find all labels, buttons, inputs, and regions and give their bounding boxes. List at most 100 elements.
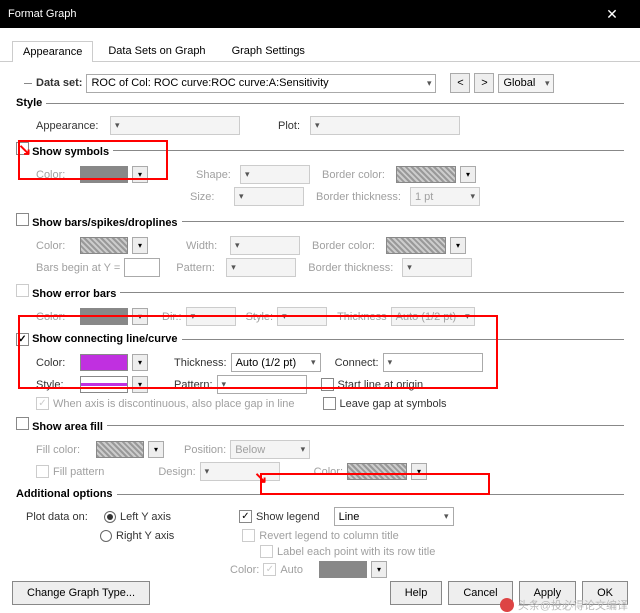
bars-bcolor-swatch[interactable] — [386, 237, 446, 254]
symbols-size-label: Size: — [190, 191, 230, 203]
chevron-down-icon[interactable]: ▾ — [371, 561, 387, 578]
close-icon[interactable]: ✕ — [592, 0, 632, 28]
symbols-shape-label: Shape: — [196, 169, 236, 181]
bars-begin-label: Bars begin at Y = — [36, 262, 120, 274]
left-y-radio[interactable] — [104, 511, 116, 523]
symbols-bcolor-swatch[interactable] — [396, 166, 456, 183]
area-fillcolor-swatch[interactable] — [96, 441, 144, 458]
area-fillcolor-label: Fill color: — [36, 444, 92, 456]
bars-group: Show bars/spikes/droplines Color: ▾ Widt… — [16, 213, 624, 280]
line-color-swatch[interactable] — [80, 354, 128, 371]
tab-graph-settings[interactable]: Graph Settings — [221, 40, 316, 61]
chevron-down-icon[interactable]: ▾ — [460, 166, 476, 183]
tab-appearance[interactable]: Appearance — [12, 41, 93, 62]
next-dataset-button[interactable]: > — [474, 73, 494, 93]
area-position-select[interactable]: Below — [230, 440, 310, 459]
area-legend: Show area fill — [32, 421, 103, 433]
chevron-down-icon[interactable]: ▾ — [132, 166, 148, 183]
show-legend-checkbox[interactable]: ✓ — [239, 510, 252, 523]
help-button[interactable]: Help — [390, 581, 443, 605]
discont-label: When axis is discontinuous, also place g… — [53, 398, 295, 410]
fill-pattern-checkbox[interactable] — [36, 465, 49, 478]
right-y-radio[interactable] — [100, 530, 112, 542]
area-design-label: Design: — [158, 466, 195, 478]
chevron-down-icon[interactable]: ▾ — [132, 308, 148, 325]
left-y-label: Left Y axis — [120, 511, 171, 523]
symbols-shape-select[interactable] — [240, 165, 310, 184]
auto-label: Auto — [280, 564, 303, 576]
bars-pattern-select[interactable] — [226, 258, 296, 277]
error-style-label: Style: — [246, 311, 274, 323]
chevron-down-icon[interactable]: ▾ — [411, 463, 427, 480]
plot-on-label: Plot data on: — [26, 511, 100, 523]
area-color-swatch[interactable] — [347, 463, 407, 480]
chevron-down-icon[interactable]: ▾ — [132, 354, 148, 371]
change-type-button[interactable]: Change Graph Type... — [12, 581, 150, 605]
line-pattern-select[interactable] — [217, 375, 307, 394]
line-connect-label: Connect: — [335, 357, 379, 369]
symbols-legend: Show symbols — [32, 146, 109, 158]
style-legend: Style — [16, 97, 46, 109]
tab-datasets[interactable]: Data Sets on Graph — [97, 40, 216, 61]
avatar-icon — [500, 598, 514, 612]
revert-legend-checkbox[interactable] — [242, 529, 255, 542]
dataset-select[interactable]: ROC of Col: ROC curve:ROC curve:A:Sensit… — [86, 74, 436, 93]
show-bars-checkbox[interactable] — [16, 213, 29, 226]
line-style-swatch[interactable] — [80, 376, 128, 393]
show-area-checkbox[interactable] — [16, 417, 29, 430]
gap-symbols-label: Leave gap at symbols — [340, 398, 447, 410]
bars-begin-input[interactable] — [124, 258, 160, 277]
label-row-label: Label each point with its row title — [277, 546, 435, 558]
global-select[interactable]: Global — [498, 74, 554, 93]
tab-strip: Appearance Data Sets on Graph Graph Sett… — [0, 28, 640, 62]
line-thick-select[interactable]: Auto (1/2 pt) — [231, 353, 321, 372]
show-legend-label: Show legend — [256, 511, 320, 523]
bars-bthick-select[interactable] — [402, 258, 472, 277]
error-group: Show error bars Color: ▾ Dir.: Style: Th… — [16, 284, 624, 329]
label-row-checkbox[interactable] — [260, 545, 273, 558]
bars-pattern-label: Pattern: — [176, 262, 222, 274]
line-connect-select[interactable] — [383, 353, 483, 372]
symbols-bthick-select[interactable]: 1 pt — [410, 187, 480, 206]
revert-legend-label: Revert legend to column title — [259, 530, 398, 542]
line-legend: Show connecting line/curve — [32, 333, 177, 345]
title-bar: Format Graph ✕ — [0, 0, 640, 28]
dataset-label: Data set: — [36, 77, 82, 89]
prev-dataset-button[interactable]: < — [450, 73, 470, 93]
window-title: Format Graph — [8, 8, 76, 20]
bars-color-swatch[interactable] — [80, 237, 128, 254]
plot-select[interactable] — [310, 116, 460, 135]
error-color-swatch[interactable] — [80, 308, 128, 325]
error-style-select[interactable] — [277, 307, 327, 326]
area-position-label: Position: — [184, 444, 226, 456]
start-origin-checkbox[interactable] — [321, 378, 334, 391]
gap-symbols-checkbox[interactable] — [323, 397, 336, 410]
chevron-down-icon[interactable]: ▾ — [132, 376, 148, 393]
appearance-select[interactable] — [110, 116, 240, 135]
show-error-checkbox[interactable] — [16, 284, 29, 297]
right-y-label: Right Y axis — [116, 530, 174, 542]
error-dir-label: Dir.: — [162, 311, 182, 323]
symbols-color-swatch[interactable] — [80, 166, 128, 183]
symbols-bcolor-label: Border color: — [322, 169, 392, 181]
line-style-label: Style: — [36, 379, 76, 391]
chevron-down-icon[interactable]: ▾ — [450, 237, 466, 254]
show-line-checkbox[interactable]: ✓ — [16, 333, 29, 346]
error-thick-select[interactable]: Auto (1/2 pt) — [391, 307, 475, 326]
content-area: Data set: ROC of Col: ROC curve:ROC curv… — [0, 62, 640, 591]
area-design-select[interactable] — [200, 462, 280, 481]
discont-checkbox[interactable]: ✓ — [36, 397, 49, 410]
error-dir-select[interactable] — [186, 307, 236, 326]
show-symbols-checkbox[interactable] — [16, 142, 29, 155]
bars-legend: Show bars/spikes/droplines — [32, 217, 178, 229]
symbols-size-select[interactable] — [234, 187, 304, 206]
chevron-down-icon[interactable]: ▾ — [148, 441, 164, 458]
legend-select[interactable]: Line — [334, 507, 454, 526]
auto-color-checkbox[interactable]: ✓ — [263, 563, 276, 576]
symbols-color-label: Color: — [36, 169, 76, 181]
chevron-down-icon[interactable]: ▾ — [132, 237, 148, 254]
line-pattern-label: Pattern: — [174, 379, 213, 391]
add-color-swatch[interactable] — [319, 561, 367, 578]
bars-width-select[interactable] — [230, 236, 300, 255]
error-thick-label: Thickness — [337, 311, 387, 323]
